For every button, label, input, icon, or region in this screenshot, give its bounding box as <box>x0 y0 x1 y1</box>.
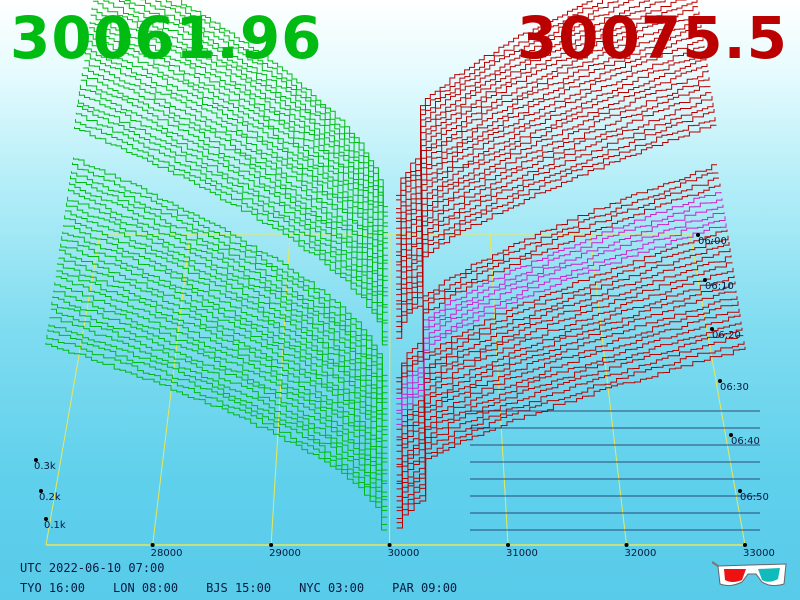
price-tick-label: 32000 <box>625 548 657 559</box>
bid-depth-line <box>57 263 388 463</box>
bid-depth-line <box>71 171 388 387</box>
timezone-clocks: TYO 16:00 LON 08:00 BJS 15:00 NYC 03:00 … <box>20 581 485 595</box>
price-tick-mark <box>269 543 274 547</box>
3d-glasses-icon[interactable] <box>712 558 792 592</box>
price-tick-label: 29000 <box>269 548 301 559</box>
bid-depth-line <box>48 324 388 511</box>
bid-depth-line <box>78 91 388 321</box>
bid-depth-line <box>68 188 388 403</box>
price-tick-mark <box>387 543 392 547</box>
price-tick-mark <box>743 543 747 547</box>
bid-price: 30061.96 <box>10 4 323 72</box>
ask-depth-line <box>396 255 732 452</box>
time-tick-label: 06:00 <box>698 236 727 247</box>
depth-lines <box>45 0 746 531</box>
bid-depth-line <box>54 282 388 482</box>
ask-depth-line <box>396 164 717 379</box>
price-tick-label: 28000 <box>151 548 183 559</box>
bid-depth-line <box>77 99 388 324</box>
bid-depth-line <box>79 84 388 313</box>
price-tick-label: 30000 <box>388 548 420 559</box>
volume-tick-label: 0.1k <box>44 520 66 531</box>
time-tick-label: 06:10 <box>705 281 734 292</box>
price-grid-line <box>589 233 628 546</box>
timezone-nyc: NYC 03:00 <box>299 581 365 595</box>
ask-price: 30075.5 <box>516 4 788 72</box>
depth-chart: 28000 29000 30000 31000 32000 330000.1k0.2k0.… <box>34 0 775 559</box>
bid-depth-line <box>45 342 388 531</box>
bid-depth-line <box>59 249 388 454</box>
depth-chart-viewport[interactable]: 28000 29000 30000 31000 32000 33000 0.1k 0.2k 0.… <box>0 0 800 600</box>
bid-depth-line <box>85 44 388 281</box>
price-tick-label: 31000 <box>506 548 538 559</box>
bid-depth-line <box>63 225 388 431</box>
time-tick-label: 06:40 <box>731 436 760 447</box>
time-tick-label: 06:20 <box>712 330 741 341</box>
utc-time: UTC 2022-06-10 07:00 <box>20 561 165 575</box>
volume-tick-label: 0.2k <box>39 492 61 503</box>
timezone-lon: LON 08:00 <box>113 581 179 595</box>
price-tick-mark <box>506 543 511 547</box>
time-tick-label: 06:30 <box>720 382 749 393</box>
ask-depth-line <box>396 58 707 285</box>
bid-depth-line <box>84 52 388 289</box>
bid-depth-line <box>61 236 388 442</box>
timezone-tyo: TYO 16:00 <box>20 581 86 595</box>
price-tick-mark <box>150 543 155 547</box>
timezone-bjs: BJS 15:00 <box>206 581 272 595</box>
price-tick-mark <box>624 543 629 547</box>
ask-depth-line <box>396 308 740 497</box>
timezone-par: PAR 09:00 <box>392 581 458 595</box>
volume-tick-label: 0.3k <box>34 461 56 472</box>
time-tick-label: 06:50 <box>740 492 769 503</box>
